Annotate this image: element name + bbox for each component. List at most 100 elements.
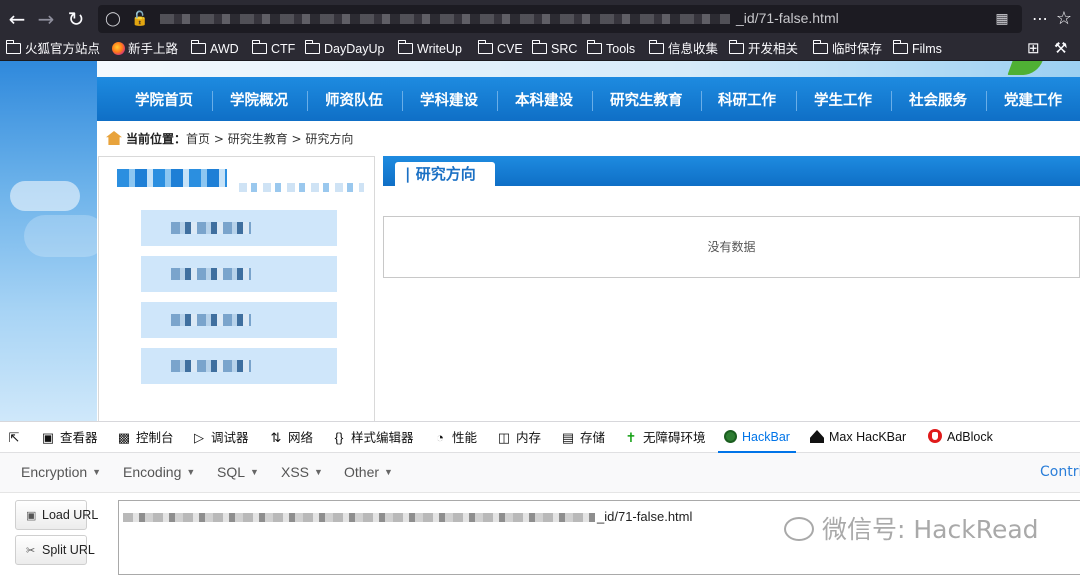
insecure-lock-icon[interactable]: 🔓 <box>130 9 150 29</box>
tab-max-hackbar[interactable]: Max HacKBar <box>810 422 906 453</box>
folder-icon <box>397 40 413 54</box>
memory-icon: ◫ <box>497 430 511 445</box>
bookmark-cve[interactable]: CVE <box>477 40 523 58</box>
nav-graduate[interactable]: 研究生教育 <box>610 77 683 121</box>
tab-inspector[interactable]: ▣ 查看器 <box>40 422 98 453</box>
bookmark-daydayup[interactable]: DayDayUp <box>304 40 384 58</box>
url-bar[interactable]: ◯ 🔓 _id/71-false.html ▦ <box>98 5 1022 33</box>
nav-home[interactable]: 学院首页 <box>135 77 193 121</box>
contribute-link[interactable]: Contri <box>1040 464 1080 480</box>
menu-encoding[interactable]: Encoding ▼ <box>123 464 195 480</box>
storage-icon: ▤ <box>561 430 575 445</box>
folder-icon <box>586 40 602 54</box>
nav-faculty[interactable]: 师资队伍 <box>325 77 383 121</box>
side-menu-item[interactable] <box>141 210 337 246</box>
folder-icon <box>477 40 493 54</box>
side-menu-item[interactable] <box>141 256 337 292</box>
nav-student[interactable]: 学生工作 <box>814 77 872 121</box>
bookmark-awd[interactable]: AWD <box>190 40 239 58</box>
bookmark-dev[interactable]: 开发相关 <box>728 40 798 58</box>
bookmarks-bar: 火狐官方站点 新手上路 AWD CTF DayDayUp WriteUp CVE… <box>0 37 1080 61</box>
section-title: | 研究方向 <box>395 162 495 186</box>
nav-discipline[interactable]: 学科建设 <box>420 77 478 121</box>
menu-encryption[interactable]: Encryption ▼ <box>21 464 101 480</box>
folder-icon <box>812 40 828 54</box>
load-icon: ▣ <box>26 510 37 522</box>
back-icon[interactable]: ← <box>4 6 30 32</box>
nav-undergrad[interactable]: 本科建设 <box>515 77 573 121</box>
inspector-icon: ▣ <box>41 430 55 445</box>
menu-sql[interactable]: SQL ▼ <box>217 464 259 480</box>
element-picker-icon[interactable]: ⇱ <box>6 422 26 453</box>
firefox-icon <box>112 42 125 55</box>
bookmark-tools[interactable]: Tools <box>586 40 635 58</box>
tab-console[interactable]: ▩ 控制台 <box>116 422 174 453</box>
nav-separator <box>497 91 498 111</box>
qr-code-icon[interactable]: ▦ <box>992 9 1012 29</box>
web-page: 学院首页 学院概况 师资队伍 学科建设 本科建设 研究生教育 科研工作 学生工作… <box>0 61 1080 421</box>
star-icon[interactable]: ☆ <box>1051 6 1077 32</box>
nav-separator <box>986 91 987 111</box>
more-icon[interactable]: ⋯ <box>1027 6 1053 32</box>
tab-adblock[interactable]: AdBlock <box>928 422 993 453</box>
tab-performance[interactable]: ◔ 性能 <box>432 422 477 453</box>
breadcrumb: 当前位置：首页 > 研究生教育 > 研究方向 <box>106 130 353 148</box>
tab-debugger[interactable]: ▷ 调试器 <box>191 422 249 453</box>
nav-separator <box>592 91 593 111</box>
nav-social[interactable]: 社会服务 <box>909 77 967 121</box>
side-menu-title-obscured <box>117 169 227 187</box>
shield-icon[interactable]: ◯ <box>103 9 123 29</box>
tab-style-editor[interactable]: {} 样式编辑器 <box>331 422 414 453</box>
nav-overview[interactable]: 学院概况 <box>230 77 288 121</box>
nav-separator <box>701 91 702 111</box>
nav-research[interactable]: 科研工作 <box>718 77 776 121</box>
split-url-button[interactable]: ✂ Split URL <box>15 535 95 565</box>
gauge-icon: ◔ <box>436 430 444 445</box>
wechat-watermark: 微信号: HackRead <box>784 510 1039 546</box>
load-url-button[interactable]: ▣ Load URL <box>15 500 98 530</box>
tab-storage[interactable]: ▤ 存储 <box>560 422 605 453</box>
hackbar-url-text: _id/71-false.html <box>597 509 693 524</box>
site-banner <box>97 61 1080 77</box>
console-icon: ▩ <box>117 430 131 445</box>
accessibility-icon: ✝ <box>625 430 637 445</box>
nav-party[interactable]: 党建工作 <box>1004 77 1062 121</box>
caret-down-icon: ▼ <box>250 467 259 477</box>
tab-memory[interactable]: ◫ 内存 <box>496 422 541 453</box>
side-menu-subtitle-obscured <box>239 183 364 192</box>
caret-down-icon: ▼ <box>384 467 393 477</box>
side-menu <box>98 156 375 421</box>
folder-icon <box>304 40 320 54</box>
bookmark-info-gathering[interactable]: 信息收集 <box>648 40 718 58</box>
breadcrumb-path[interactable]: 首页 > 研究生教育 > 研究方向 <box>186 132 353 146</box>
side-menu-item[interactable] <box>141 302 337 338</box>
empty-content: 没有数据 <box>383 216 1080 278</box>
debugger-icon: ▷ <box>194 430 204 445</box>
wechat-icon <box>784 517 814 541</box>
side-menu-item[interactable] <box>141 348 337 384</box>
forward-icon[interactable]: → <box>33 6 59 32</box>
nav-separator <box>212 91 213 111</box>
bookmark-src[interactable]: SRC <box>531 40 577 58</box>
braces-icon: {} <box>334 430 344 445</box>
crop-icon[interactable]: ⊞ <box>1027 40 1040 58</box>
reload-icon[interactable]: ↻ <box>63 6 89 32</box>
sky-background <box>0 61 97 421</box>
bookmark-writeup[interactable]: WriteUp <box>397 40 462 58</box>
nav-separator <box>307 91 308 111</box>
tab-accessibility[interactable]: ✝ 无障碍环境 <box>623 422 706 453</box>
menu-xss[interactable]: XSS ▼ <box>281 464 323 480</box>
tab-network[interactable]: ⇅ 网络 <box>268 422 313 453</box>
bookmark-firefox-official[interactable]: 火狐官方站点 <box>5 40 100 58</box>
folder-icon <box>648 40 664 54</box>
bookmark-getting-started[interactable]: 新手上路 <box>112 40 178 58</box>
wrench-icon[interactable]: ⚒ <box>1054 40 1067 58</box>
folder-icon <box>251 40 267 54</box>
menu-other[interactable]: Other ▼ <box>344 464 393 480</box>
breadcrumb-label: 当前位置： <box>126 132 187 146</box>
bookmark-films[interactable]: Films <box>892 40 942 58</box>
tab-hackbar[interactable]: HackBar <box>718 422 796 453</box>
bookmark-ctf[interactable]: CTF <box>251 40 295 58</box>
url-obscured <box>160 14 730 24</box>
bookmark-temp[interactable]: 临时保存 <box>812 40 882 58</box>
